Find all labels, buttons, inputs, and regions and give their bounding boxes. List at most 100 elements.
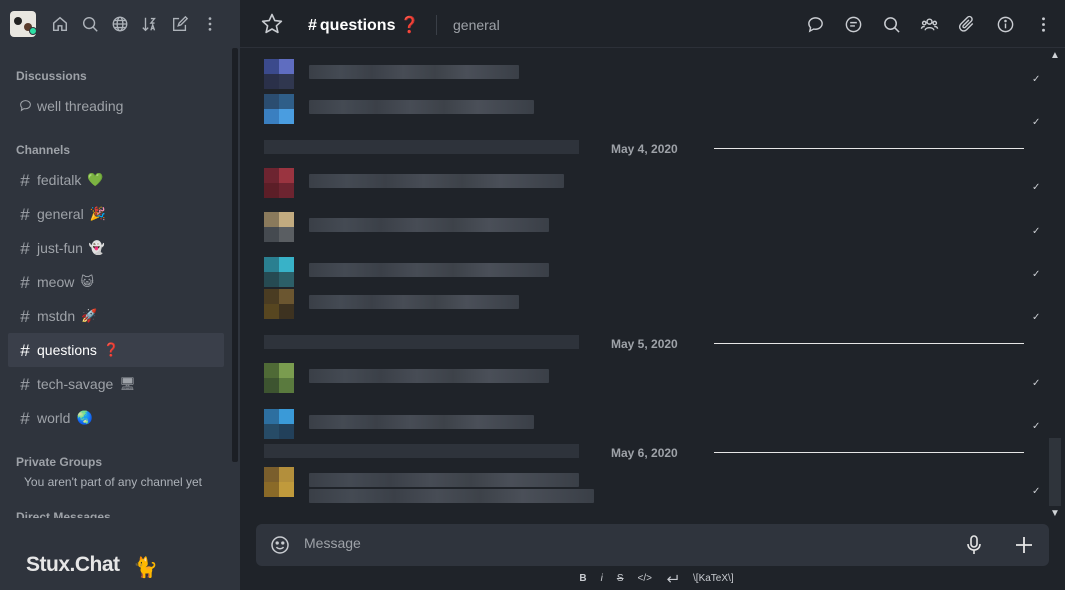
sidebar-scrollbar[interactable] (232, 48, 238, 462)
cat-logo-icon: 🐈 (133, 557, 158, 579)
sidebar-item-world[interactable]: # world 🌏 (8, 401, 224, 435)
message-row[interactable]: ✓ (264, 212, 1044, 252)
channel-emoji: 🚀 (81, 308, 98, 323)
discussions-icon[interactable] (805, 14, 825, 34)
sidebar-item-label: world (37, 410, 71, 426)
channel-emoji: 🖥 (119, 376, 136, 391)
read-receipt-check-icon: ✓ (1032, 312, 1041, 323)
section-heading-channels: Channels (16, 143, 71, 157)
obscured-message-text (309, 295, 519, 309)
emoji-picker-icon[interactable] (270, 535, 290, 555)
read-receipt-check-icon: ✓ (1032, 226, 1041, 237)
message-row[interactable]: ✓ (264, 168, 1044, 208)
sidebar-item-label: questions (37, 342, 97, 358)
bold-button[interactable]: B (579, 571, 586, 587)
message-avatar[interactable] (264, 363, 294, 393)
hashtag-icon: # (20, 204, 30, 224)
day-separator: May 5, 2020 (240, 334, 1050, 354)
room-search-icon[interactable] (881, 14, 901, 34)
members-icon[interactable] (919, 14, 939, 34)
code-button[interactable]: </> (638, 571, 652, 587)
sidebar-item-meow[interactable]: # meow 😺 (8, 265, 224, 299)
katex-button[interactable]: \[KaTeX\] (693, 571, 734, 587)
message-row[interactable]: ✓ (264, 467, 1044, 507)
sidebar-item-label: meow (37, 274, 75, 290)
sidebar-item-label: well threading (37, 98, 124, 114)
microphone-icon[interactable] (964, 534, 984, 556)
sidebar-item-label: feditalk (37, 172, 82, 188)
read-receipt-check-icon: ✓ (1032, 182, 1041, 193)
message-row[interactable]: ✓ (264, 59, 1044, 99)
obscured-previous-message-text (264, 140, 579, 154)
channel-emoji: 🌏 (76, 410, 93, 425)
day-separator-label: May 5, 2020 (611, 337, 678, 351)
obscured-message-text (309, 369, 549, 383)
sidebar-item-label: general (37, 206, 84, 222)
day-separator-label: May 6, 2020 (611, 446, 678, 460)
room-info-icon[interactable] (995, 14, 1015, 34)
section-heading-private-groups: Private Groups (16, 455, 103, 469)
obscured-message-text (309, 489, 594, 503)
sidebar-item-mstdn[interactable]: # mstdn 🚀 (8, 299, 224, 333)
sidebar-item-discussion[interactable]: well threading (8, 89, 224, 123)
multiline-return-icon[interactable] (666, 571, 679, 587)
favorite-star-icon[interactable] (260, 12, 284, 36)
home-icon[interactable] (50, 14, 70, 34)
strikethrough-button[interactable]: S (617, 571, 624, 587)
channel-emoji: 💚 (87, 172, 104, 187)
message-input[interactable] (304, 535, 944, 551)
room-title: # questions ❓ (308, 15, 420, 35)
message-avatar[interactable] (264, 409, 294, 439)
hashtag-icon: # (20, 408, 30, 428)
directory-globe-icon[interactable] (110, 14, 130, 34)
obscured-message-text (309, 174, 564, 188)
sidebar-item-questions[interactable]: # questions ❓ (8, 333, 224, 367)
day-separator-line (714, 148, 1024, 149)
read-receipt-check-icon: ✓ (1032, 421, 1041, 432)
day-separator-line (714, 343, 1024, 344)
channel-list: # feditalk 💚 # general 🎉 # just-fun 👻 # meow 😺 # mstd… (0, 163, 240, 435)
day-separator-label: May 4, 2020 (611, 142, 678, 156)
message-avatar[interactable] (264, 59, 294, 89)
scrollbar-thumb[interactable] (1049, 438, 1061, 506)
message-list-scrollbar[interactable]: ▲ ▼ (1048, 50, 1062, 519)
sidebar-menu-kebab-icon[interactable] (200, 14, 220, 34)
discussion-icon (18, 98, 32, 115)
sidebar-room-list[interactable]: Discussions well threading Channels # fed… (0, 48, 240, 518)
italic-button[interactable]: i (601, 571, 603, 587)
attachment-paperclip-icon[interactable] (957, 14, 977, 34)
sidebar-item-general[interactable]: # general 🎉 (8, 197, 224, 231)
message-row[interactable]: ✓ (264, 94, 1044, 134)
create-new-icon[interactable] (170, 14, 190, 34)
obscured-message-text (309, 65, 519, 79)
read-receipt-check-icon: ✓ (1032, 74, 1041, 85)
hashtag-icon: # (20, 272, 30, 292)
sidebar-item-feditalk[interactable]: # feditalk 💚 (8, 163, 224, 197)
scroll-down-arrow-icon[interactable]: ▼ (1050, 508, 1060, 519)
room-kebab-menu-icon[interactable] (1033, 14, 1053, 34)
message-avatar[interactable] (264, 289, 294, 319)
message-avatar[interactable] (264, 168, 294, 198)
sidebar-item-label: mstdn (37, 308, 76, 324)
main-panel: # questions ❓ general ✓ ✓ ✓ ✓ ✓ ✓ ✓ ✓ ✓ … (240, 0, 1065, 590)
message-list[interactable]: ✓ ✓ ✓ ✓ ✓ ✓ ✓ ✓ ✓ May 4, 2020 May 5, 2020 May 6, 20… (240, 49, 1050, 517)
sort-icon[interactable] (140, 14, 160, 34)
sidebar-item-tech-savage[interactable]: # tech-savage 🖥 (8, 367, 224, 401)
obscured-message-text (309, 100, 534, 114)
threads-icon[interactable] (843, 14, 863, 34)
app-window: Discussions well threading Channels # fed… (0, 0, 1065, 590)
message-avatar[interactable] (264, 212, 294, 242)
search-icon[interactable] (80, 14, 100, 34)
message-avatar[interactable] (264, 257, 294, 287)
message-avatar[interactable] (264, 467, 294, 497)
day-separator: May 4, 2020 (240, 139, 1050, 159)
obscured-message-text (309, 473, 579, 487)
sidebar-item-just-fun[interactable]: # just-fun 👻 (8, 231, 224, 265)
online-status-indicator (29, 27, 37, 35)
message-row[interactable]: ✓ (264, 289, 1044, 329)
day-separator: May 6, 2020 (240, 443, 1050, 463)
scroll-up-arrow-icon[interactable]: ▲ (1050, 50, 1060, 61)
message-avatar[interactable] (264, 94, 294, 124)
add-action-plus-icon[interactable] (1013, 534, 1035, 556)
message-row[interactable]: ✓ (264, 363, 1044, 403)
